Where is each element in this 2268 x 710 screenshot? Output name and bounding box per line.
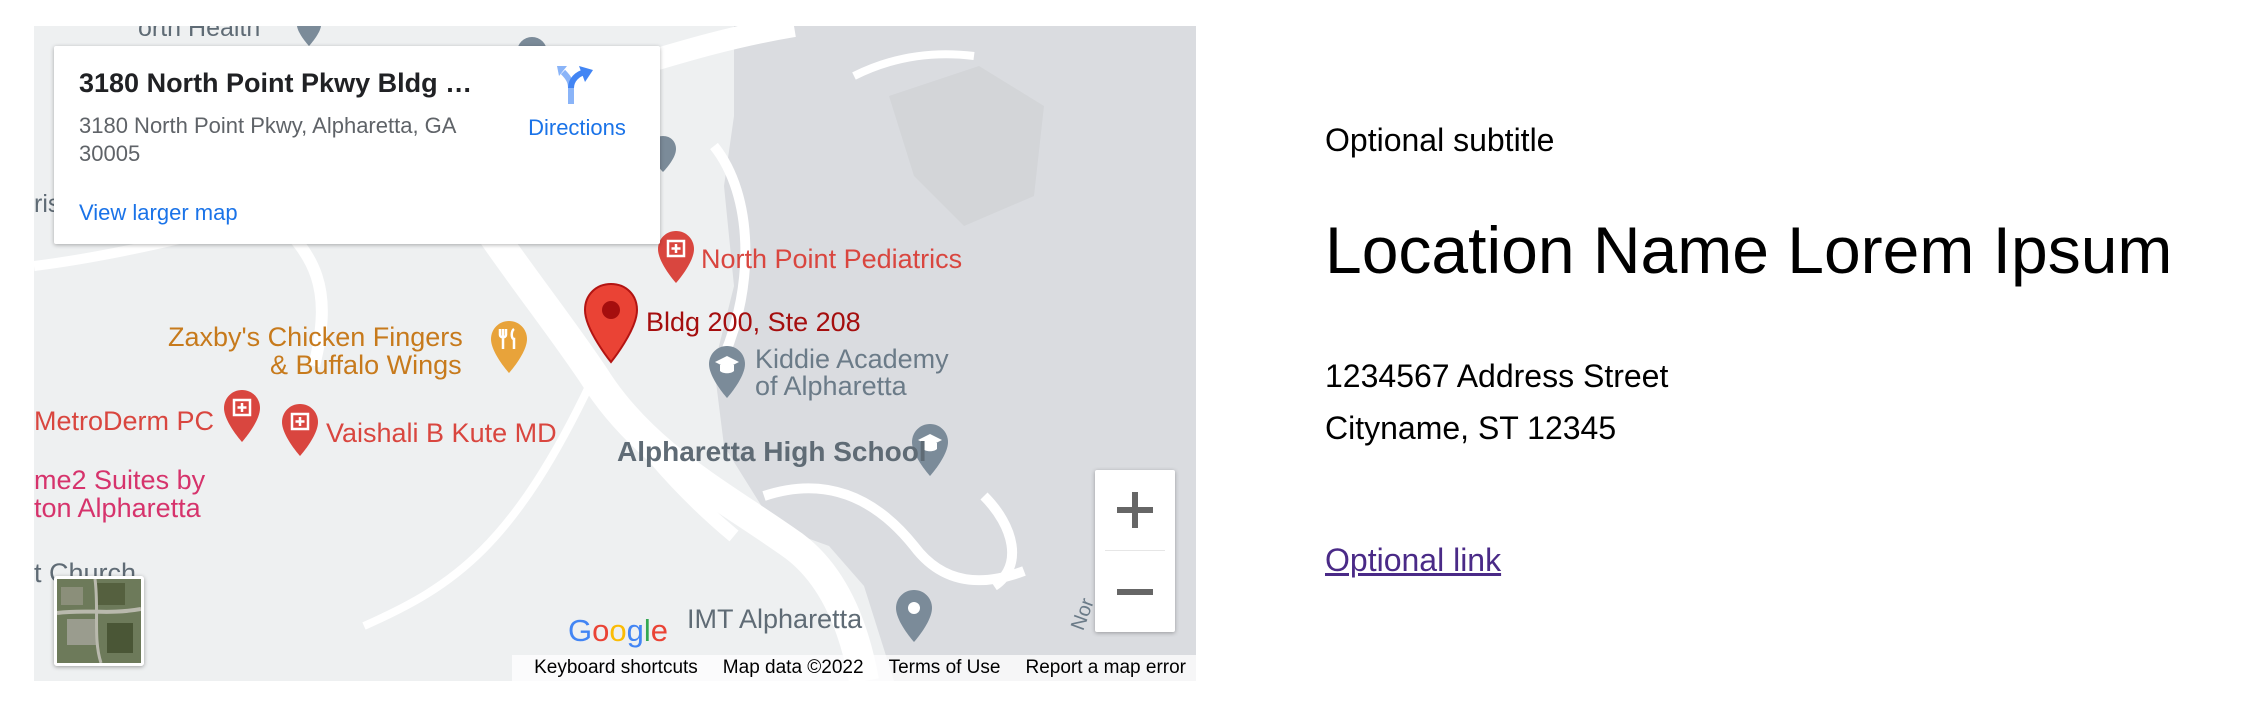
address-line-2: Cityname, ST 12345 <box>1325 410 1617 446</box>
poi-label-kiddie-1[interactable]: Kiddie Academy <box>755 346 949 373</box>
satellite-thumbnail-icon <box>57 579 141 663</box>
keyboard-shortcuts-link[interactable]: Keyboard shortcuts <box>534 657 698 679</box>
map-footer: Keyboard shortcuts Map data ©2022 Terms … <box>512 655 1196 681</box>
report-error-link[interactable]: Report a map error <box>1025 657 1186 679</box>
restaurant-marker-icon[interactable] <box>489 319 529 375</box>
terms-link[interactable]: Terms of Use <box>889 657 1001 679</box>
satellite-toggle[interactable] <box>54 576 144 666</box>
imt-marker-icon[interactable] <box>894 588 934 644</box>
doctor-marker-icon[interactable] <box>280 402 320 458</box>
directions-label: Directions <box>528 115 626 140</box>
poi-label-pediatrics[interactable]: North Point Pediatrics <box>701 246 962 273</box>
poi-label-imt[interactable]: IMT Alpharetta <box>687 606 862 633</box>
clinic-marker-icon[interactable] <box>222 388 262 444</box>
school-marker-icon[interactable] <box>707 344 747 400</box>
top-cut-marker-icon <box>297 26 321 46</box>
poi-label-vaishali[interactable]: Vaishali B Kute MD <box>326 420 557 447</box>
optional-link[interactable]: Optional link <box>1325 542 1501 579</box>
plus-icon <box>1117 492 1153 528</box>
directions-button[interactable]: Directions <box>512 64 642 141</box>
poi-label-zaxbys-2[interactable]: & Buffalo Wings <box>270 352 462 379</box>
poi-label-home2-2[interactable]: ton Alpharetta <box>34 495 201 522</box>
directions-icon <box>557 66 593 104</box>
poi-label-metroderm[interactable]: MetroDerm PC <box>34 408 214 435</box>
location-subtitle: Optional subtitle <box>1325 122 1555 158</box>
poi-label-alpharetta-high[interactable]: Alpharetta High School <box>617 438 927 466</box>
embedded-map[interactable]: Bldg 200, Ste 208 North Point Pediatrics… <box>34 26 1196 681</box>
view-larger-map-link[interactable]: View larger map <box>79 200 238 226</box>
location-title: Location Name Lorem Ipsum <box>1325 213 2173 287</box>
minus-icon <box>1117 589 1153 595</box>
place-address: 3180 North Point Pkwy, Alpharetta, GA 30… <box>79 113 456 166</box>
address-line-1: 1234567 Address Street <box>1325 358 1669 394</box>
poi-label-top-cut: orth Health <box>138 26 261 42</box>
poi-label-kiddie-2[interactable]: of Alpharetta <box>755 373 907 400</box>
poi-label-home2-1[interactable]: me2 Suites by <box>34 467 205 494</box>
google-logo: Google <box>568 613 669 648</box>
poi-label-zaxbys-1[interactable]: Zaxby's Chicken Fingers <box>168 324 463 351</box>
zoom-out-button[interactable] <box>1095 552 1175 632</box>
zoom-in-button[interactable] <box>1095 470 1175 550</box>
zoom-controls <box>1095 470 1175 632</box>
place-title: 3180 North Point Pkwy Bldg 200, Ste 208 <box>79 68 479 98</box>
pin-label: Bldg 200, Ste 208 <box>646 307 861 337</box>
map-data-text: Map data ©2022 <box>722 657 864 678</box>
location-pin-icon[interactable] <box>582 282 640 364</box>
hospital-marker-icon[interactable] <box>656 229 696 285</box>
zoom-divider <box>1105 550 1165 551</box>
place-info-card: 3180 North Point Pkwy Bldg 200, Ste 208 … <box>54 46 660 244</box>
